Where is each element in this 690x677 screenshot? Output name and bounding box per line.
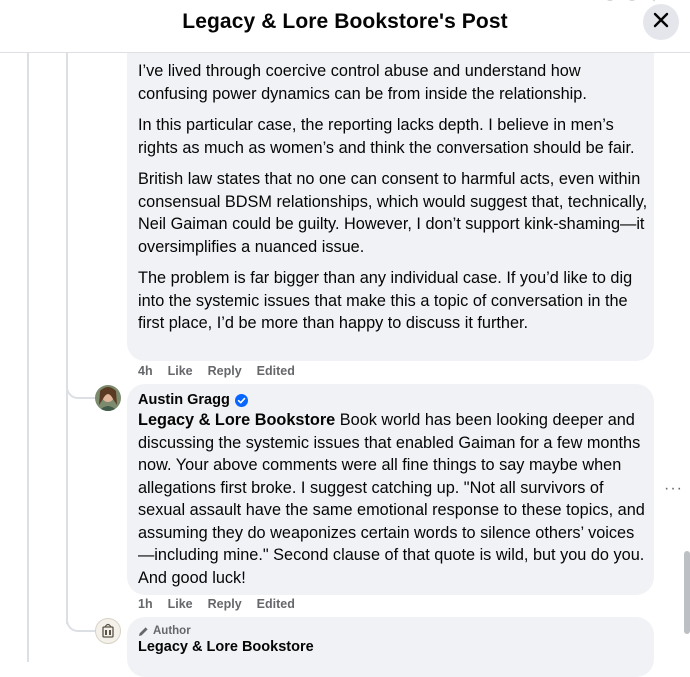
- dialog-title: Legacy & Lore Bookstore's Post: [182, 10, 508, 33]
- comment-text: Legacy & Lore Bookstore Book world has b…: [138, 409, 650, 589]
- close-icon: [653, 12, 669, 33]
- avatar[interactable]: [95, 385, 121, 411]
- author-name[interactable]: Legacy & Lore Bookstore: [138, 639, 314, 655]
- comment-actions: 1h Like Reply Edited: [138, 597, 295, 611]
- avatar[interactable]: [95, 618, 121, 644]
- comment-author: Austin Gragg: [138, 392, 650, 408]
- author-badge: Author: [138, 625, 648, 637]
- comment-author: Legacy & Lore Bookstore: [138, 639, 648, 655]
- dialog-header: Legacy & Lore Bookstore's Post: [0, 0, 690, 53]
- thread-connector: [66, 616, 96, 632]
- comment-actions: 4h Like Reply Edited: [138, 364, 295, 378]
- thread-line: [27, 52, 29, 662]
- mention-link[interactable]: Legacy & Lore Bookstore: [138, 411, 335, 429]
- comment-bubble: I’ve lived through coercive control abus…: [127, 30, 654, 361]
- author-name[interactable]: Austin Gragg: [138, 392, 230, 408]
- pencil-icon: [138, 626, 149, 637]
- edited-label[interactable]: Edited: [257, 597, 295, 611]
- comment-bubble: Austin Gragg Legacy & Lore Bookstore Boo…: [127, 384, 654, 595]
- comment-bubble: Author Legacy & Lore Bookstore: [127, 617, 654, 677]
- author-badge-label: Author: [153, 625, 191, 637]
- comment-paragraph: British law states that no one can conse…: [138, 170, 648, 256]
- like-button[interactable]: Like: [168, 364, 193, 378]
- reply-button[interactable]: Reply: [208, 364, 242, 378]
- edited-label[interactable]: Edited: [257, 364, 295, 378]
- verified-badge-icon: [234, 393, 248, 407]
- close-button[interactable]: [643, 4, 679, 40]
- comment-timestamp[interactable]: 4h: [138, 364, 153, 378]
- comment-paragraph: In this particular case, the reporting l…: [138, 116, 635, 157]
- thread-line: [66, 52, 68, 624]
- comment-body: Book world has been looking deeper and d…: [138, 411, 645, 587]
- comment-timestamp[interactable]: 1h: [138, 597, 153, 611]
- thread-connector: [66, 383, 96, 399]
- like-button[interactable]: Like: [168, 597, 193, 611]
- reply-button[interactable]: Reply: [208, 597, 242, 611]
- scrollbar[interactable]: [684, 551, 690, 634]
- comment-paragraph: The problem is far bigger than any indiv…: [138, 269, 633, 332]
- more-options-button[interactable]: ···: [664, 481, 683, 497]
- comment-paragraph: I’ve lived through coercive control abus…: [138, 62, 587, 103]
